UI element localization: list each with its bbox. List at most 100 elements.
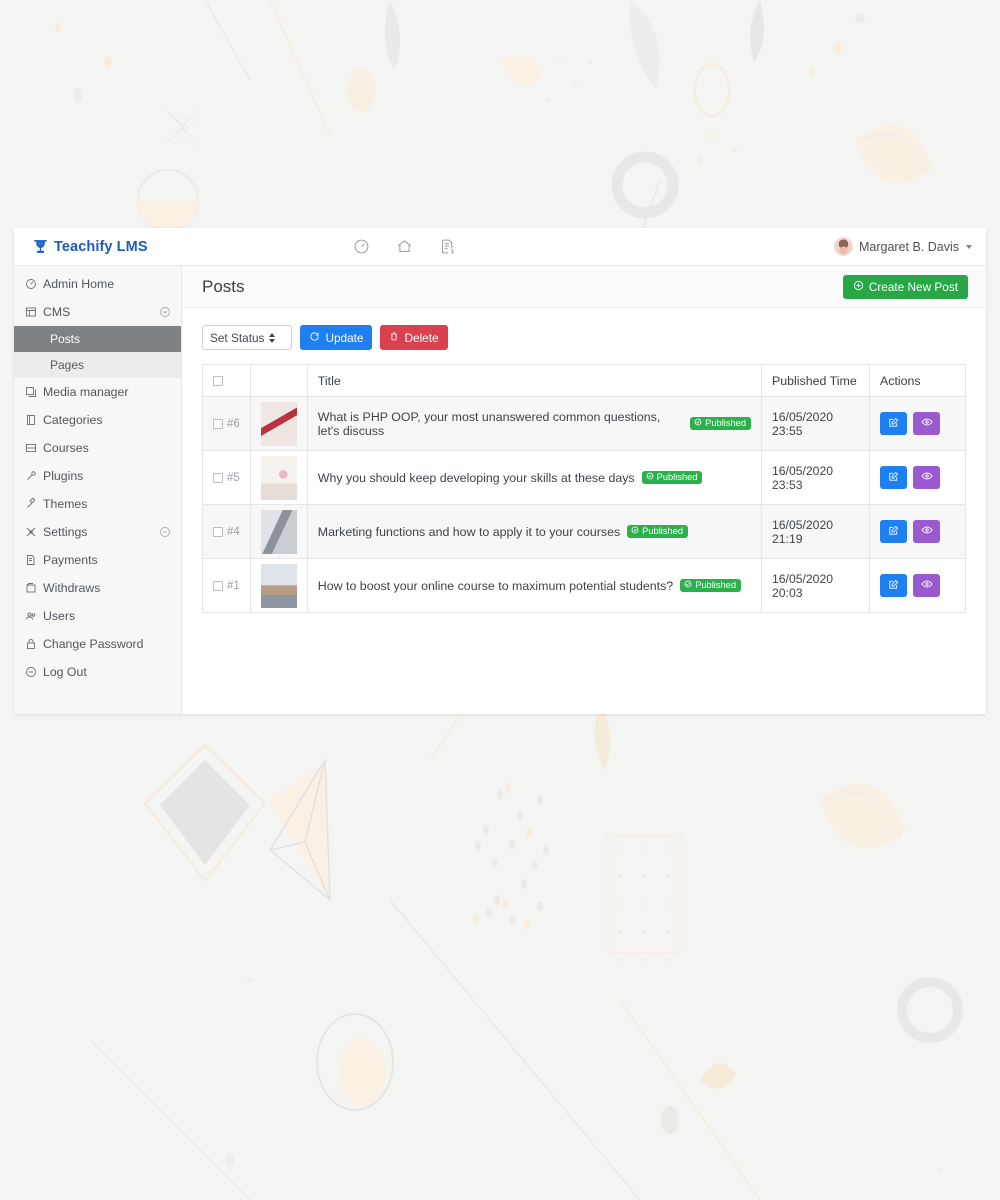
row-select-cell: #4 — [202, 504, 251, 559]
lock-icon — [24, 638, 37, 651]
pencil-square-icon — [888, 416, 899, 431]
table-body: #6 What is PHP OOP, your most unanswered… — [202, 396, 966, 613]
row-actions-cell — [869, 558, 966, 613]
themes-icon — [24, 498, 37, 511]
row-checkbox[interactable] — [213, 580, 223, 591]
sidebar-label: Plugins — [43, 469, 84, 483]
sidebar-item-posts[interactable]: Posts — [14, 326, 181, 352]
sidebar-label: Users — [43, 609, 76, 623]
sidebar-item-themes[interactable]: Themes — [14, 490, 181, 518]
edit-post-button[interactable] — [880, 520, 907, 543]
navbar-icons — [353, 238, 456, 255]
table-row[interactable]: #5 Why you should keep developing your s… — [202, 450, 966, 505]
row-actions-cell — [869, 396, 966, 451]
view-post-button[interactable] — [913, 574, 940, 597]
delete-label: Delete — [404, 330, 439, 345]
row-checkbox[interactable] — [213, 526, 223, 537]
sidebar-item-change-password[interactable]: Change Password — [14, 630, 181, 658]
sidebar-label: Change Password — [43, 637, 144, 651]
select-arrows-icon — [269, 332, 276, 343]
users-icon — [24, 610, 37, 623]
top-navbar: Teachify LMS Margaret B. Davis — [14, 228, 986, 266]
sidebar-label: Themes — [43, 497, 88, 511]
row-actions-cell — [869, 450, 966, 505]
sidebar-item-cms[interactable]: CMS — [14, 298, 181, 326]
row-thumbnail-cell — [249, 396, 308, 451]
select-all-checkbox[interactable] — [213, 375, 223, 386]
table-row[interactable]: #1 How to boost your online course to ma… — [202, 558, 966, 613]
row-title-cell: How to boost your online course to maxim… — [306, 558, 763, 613]
row-title-cell: Marketing functions and how to apply it … — [306, 504, 763, 559]
page-header: Posts Create New Post — [182, 266, 986, 308]
row-thumbnail-cell — [249, 450, 308, 505]
sidebar-label: CMS — [43, 305, 71, 319]
check-circle-icon — [646, 472, 654, 482]
pencil-square-icon — [888, 470, 899, 485]
view-post-button[interactable] — [913, 466, 940, 489]
header-thumbnail — [249, 364, 308, 397]
post-title: Why you should keep developing your skil… — [317, 470, 635, 485]
row-select-cell: #1 — [202, 558, 251, 613]
row-id: #5 — [227, 471, 240, 484]
circle-minus-icon[interactable] — [159, 526, 171, 538]
categories-icon — [24, 414, 37, 427]
sidebar-item-settings[interactable]: Settings — [14, 518, 181, 546]
post-title: How to boost your online course to maxim… — [317, 578, 674, 593]
payments-icon — [24, 554, 37, 567]
chevron-down-icon — [966, 244, 972, 249]
sidebar-item-courses[interactable]: Courses — [14, 434, 181, 462]
status-badge: Published — [627, 525, 688, 538]
sidebar-item-categories[interactable]: Categories — [14, 406, 181, 434]
header-published-time: Published Time — [761, 364, 870, 397]
header-select-all — [202, 364, 251, 397]
edit-post-button[interactable] — [880, 412, 907, 435]
sidebar-item-media-manager[interactable]: Media manager — [14, 378, 181, 406]
sidebar-item-admin-home[interactable]: Admin Home — [14, 270, 181, 298]
brand-name: Teachify LMS — [54, 238, 148, 255]
status-label: Published — [695, 580, 737, 590]
cms-icon — [24, 306, 37, 319]
row-published-time: 16/05/2020 20:03 — [761, 558, 870, 613]
edit-post-button[interactable] — [880, 574, 907, 597]
table-row[interactable]: #4 Marketing functions and how to apply … — [202, 504, 966, 559]
pencil-square-icon — [888, 578, 899, 593]
table-row[interactable]: #6 What is PHP OOP, your most unanswered… — [202, 396, 966, 451]
sidebar-item-log-out[interactable]: Log Out — [14, 658, 181, 686]
post-thumbnail — [260, 563, 297, 608]
create-new-post-button[interactable]: Create New Post — [842, 274, 968, 299]
eye-icon — [920, 524, 933, 539]
invoice-dollar-icon[interactable] — [439, 238, 456, 255]
plugins-icon — [24, 470, 37, 483]
row-id: #1 — [227, 579, 240, 592]
create-new-post-label: Create New Post — [868, 279, 958, 294]
home-icon[interactable] — [396, 238, 413, 255]
update-button[interactable]: Update — [300, 325, 373, 350]
header-actions: Actions — [869, 364, 966, 397]
posts-table: Title Published Time Actions #6 What is … — [202, 364, 966, 613]
sidebar-label: Categories — [43, 413, 103, 427]
trophy-crest-icon — [34, 240, 47, 253]
status-label: Published — [656, 472, 698, 482]
edit-post-button[interactable] — [880, 466, 907, 489]
row-checkbox[interactable] — [213, 418, 223, 429]
circle-chevron-down-icon[interactable] — [159, 306, 171, 318]
sidebar-item-pages[interactable]: Pages — [14, 352, 181, 378]
delete-button[interactable]: Delete — [380, 325, 448, 350]
sidebar-item-withdraws[interactable]: Withdraws — [14, 574, 181, 602]
sidebar-item-payments[interactable]: Payments — [14, 546, 181, 574]
view-post-button[interactable] — [913, 412, 940, 435]
check-circle-icon — [684, 580, 692, 590]
sidebar-item-plugins[interactable]: Plugins — [14, 462, 181, 490]
row-checkbox[interactable] — [213, 472, 223, 483]
plus-circle-icon — [853, 280, 864, 294]
dashboard-speedometer-icon[interactable] — [353, 238, 370, 255]
status-badge: Published — [641, 471, 703, 484]
status-label: Published — [642, 526, 683, 536]
eye-icon — [920, 470, 933, 485]
sidebar-item-users[interactable]: Users — [14, 602, 181, 630]
brand-logo[interactable]: Teachify LMS — [32, 238, 148, 255]
user-menu[interactable]: Margaret B. Davis — [833, 237, 972, 256]
row-actions-cell — [869, 504, 966, 559]
set-status-select[interactable]: Set Status — [202, 325, 293, 350]
view-post-button[interactable] — [913, 520, 940, 543]
